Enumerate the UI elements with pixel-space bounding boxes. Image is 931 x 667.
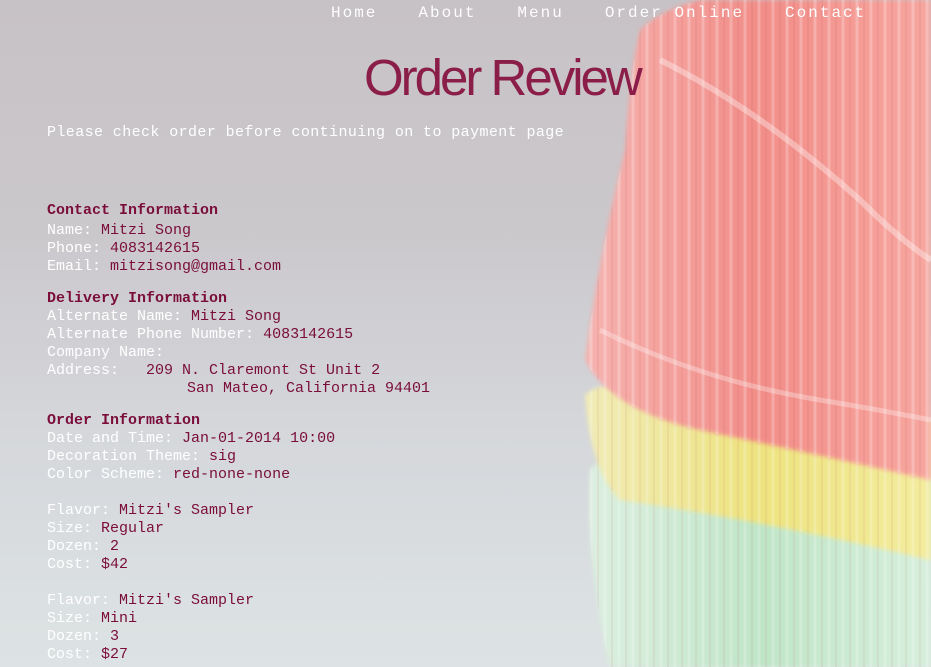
item-cost: $27 [101,646,129,663]
intro-text: Please check order before continuing on … [47,124,565,141]
contact-email-row: Email: mitzisong@gmail.com [47,258,282,275]
delivery-heading: Delivery Information [47,290,228,307]
nav-menu[interactable]: Menu [517,4,563,22]
item-flavor: Mitzi's Sampler [119,502,255,519]
nav-order-online[interactable]: Order Online [605,4,744,22]
item-dozen: 2 [110,538,120,555]
nav-about[interactable]: About [418,4,476,22]
order-item: Flavor: Mitzi's Sampler Size: Regular Do… [47,502,255,573]
alt-name: Mitzi Song [191,308,282,325]
item-flavor: Mitzi's Sampler [119,592,255,609]
alt-phone-row: Alternate Phone Number: 4083142615 [47,326,354,343]
contact-heading: Contact Information [47,202,219,219]
contact-phone-row: Phone: 4083142615 [47,240,201,257]
alt-name-row: Alternate Name: Mitzi Song [47,308,282,325]
order-review-content: Please check order before continuing on … [47,124,564,664]
contact-email: mitzisong@gmail.com [110,258,282,275]
contact-name-row: Name: Mitzi Song [47,222,192,239]
address-line1: 209 N. Claremont St Unit 2 [146,362,381,379]
theme-row: Decoration Theme: sig [47,448,237,465]
item-size: Regular [101,520,165,537]
decoration-theme: sig [209,448,237,465]
company-row: Company Name: [47,344,165,361]
page-title: Order Review [364,49,643,106]
item-size: Mini [101,610,138,627]
address-line2: San Mateo, California 94401 [187,380,431,397]
order-heading: Order Information [47,412,201,429]
item-cost: $42 [101,556,129,573]
order-item: Flavor: Mitzi's Sampler Size: Mini Dozen… [47,592,255,663]
scheme-row: Color Scheme: red-none-none [47,466,291,483]
address-row-2: San Mateo, California 94401 [47,380,564,398]
item-dozen: 3 [110,628,120,645]
main-nav: Home About Menu Order Online Contact [331,4,866,22]
contact-name: Mitzi Song [101,222,192,239]
datetime-row: Date and Time: Jan-01-2014 10:00 [47,430,336,447]
contact-phone: 4083142615 [110,240,201,257]
nav-home[interactable]: Home [331,4,377,22]
order-datetime: Jan-01-2014 10:00 [182,430,336,447]
nav-contact[interactable]: Contact [785,4,866,22]
color-scheme: red-none-none [173,466,291,483]
alt-phone: 4083142615 [263,326,354,343]
address-row: Address: 209 N. Claremont St Unit 2 [47,362,381,379]
